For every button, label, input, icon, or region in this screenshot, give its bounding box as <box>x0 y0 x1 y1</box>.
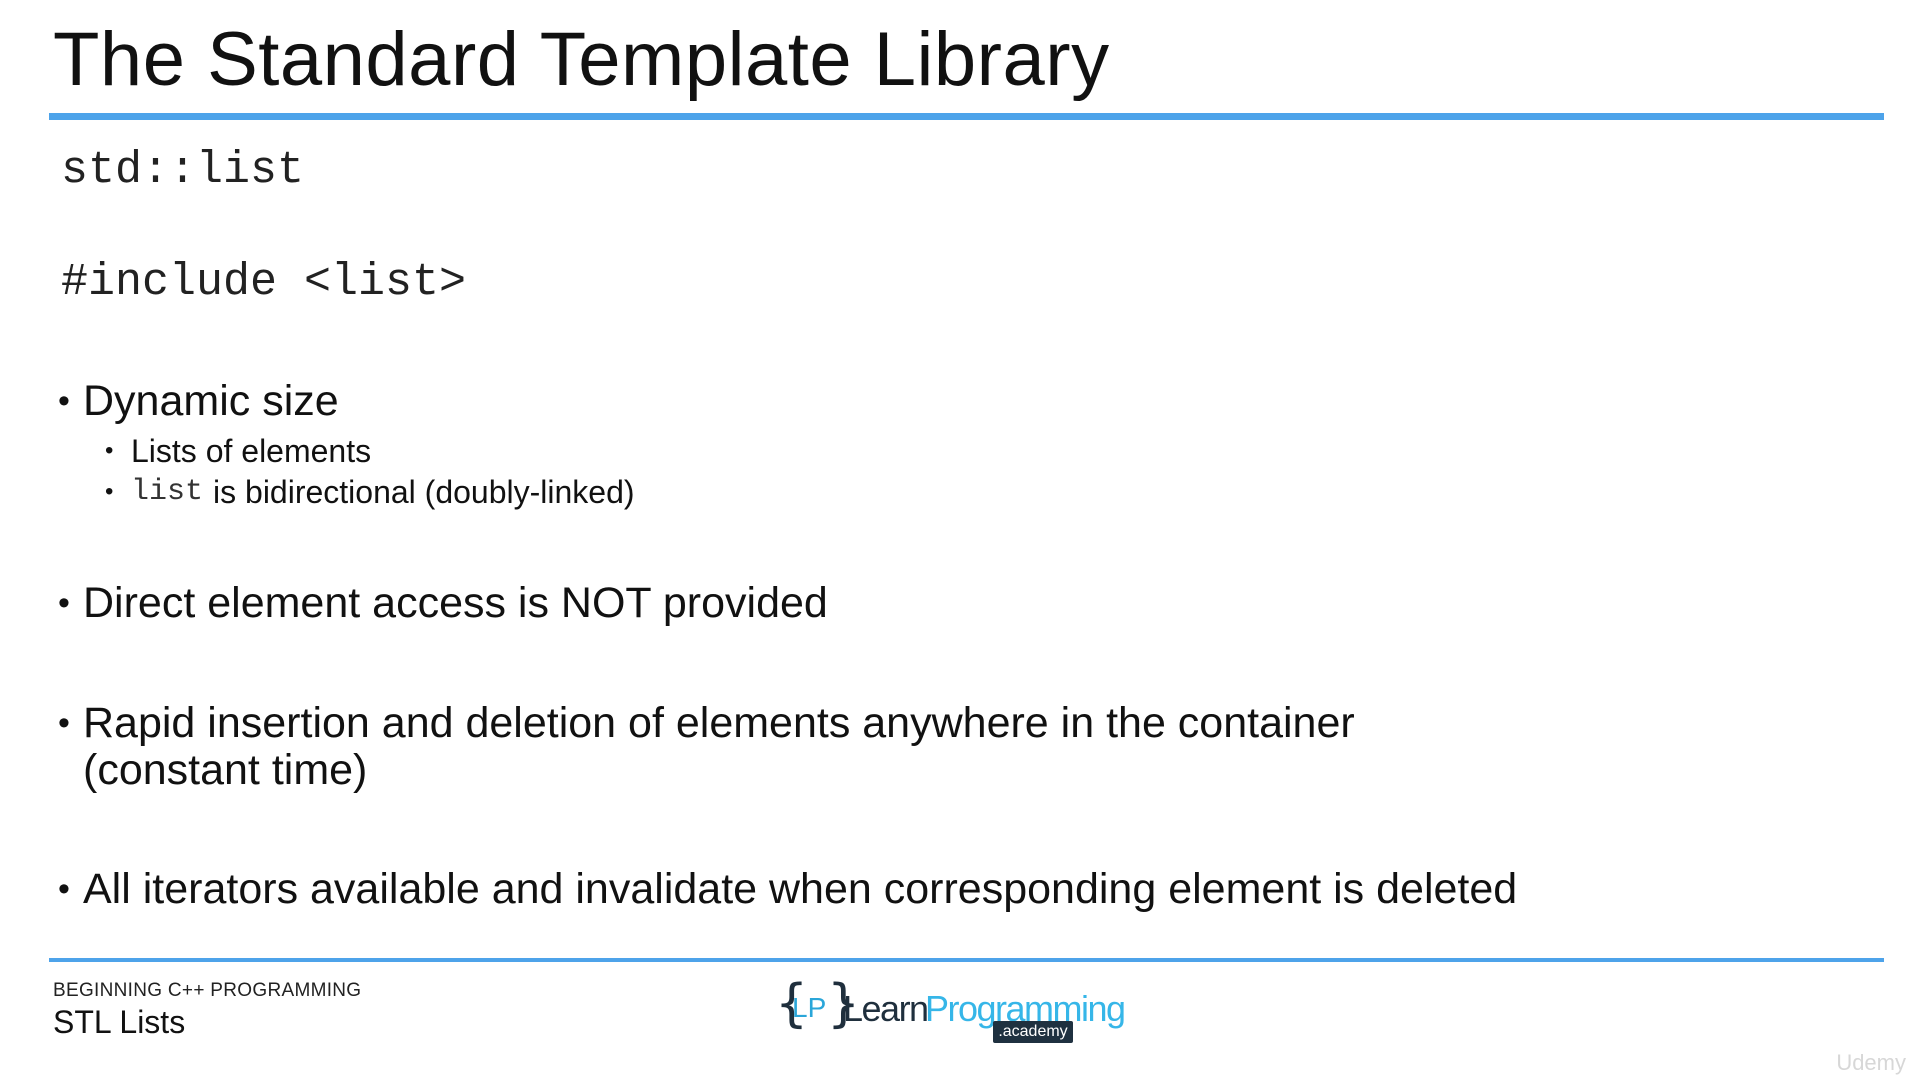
bullet-glyph: • <box>105 437 114 464</box>
sub-bullet-bidirectional: • list is bidirectional (doubly-linked) <box>105 472 635 512</box>
bullet-direct-access: • Direct element access is NOT provided <box>58 580 828 627</box>
bullet-rapid-insertion: • Rapid insertion and deletion of elemen… <box>58 700 1458 794</box>
footer-topic: STL Lists <box>53 1004 186 1040</box>
udemy-watermark: Udemy <box>1836 1050 1906 1075</box>
bullet-text: Dynamic size <box>83 377 339 425</box>
logo-word-learn: Learn <box>843 988 929 1029</box>
sub-bullet-text: Lists of elements <box>131 433 372 469</box>
footer-course-name: BEGINNING C++ PROGRAMMING <box>53 980 362 1001</box>
code-header: std::list <box>61 145 305 196</box>
footer-divider <box>49 958 1884 962</box>
learnprogramming-logo: { LP } Learn Programming .academy <box>775 974 1126 1048</box>
bullet-text: Direct element access is NOT provided <box>83 579 828 627</box>
bullet-text: All iterators available and invalidate w… <box>83 865 1518 913</box>
bullet-iterators: • All iterators available and invalidate… <box>58 866 1517 913</box>
bullet-glyph: • <box>58 704 70 742</box>
slide-title: The Standard Template Library <box>53 17 1110 102</box>
bullet-glyph: • <box>58 382 70 420</box>
inline-code: list <box>131 475 204 509</box>
bullet-dynamic-size: • Dynamic size <box>58 378 339 425</box>
bullet-text: Rapid insertion and deletion of elements… <box>83 699 1355 794</box>
code-include: #include <list> <box>61 257 467 308</box>
logo-academy-badge: .academy <box>993 1021 1073 1043</box>
title-divider <box>49 113 1884 120</box>
bullet-glyph: • <box>58 870 70 908</box>
bullet-glyph: • <box>58 584 70 622</box>
sub-bullet-lists-of-elements: • Lists of elements <box>105 431 371 471</box>
sub-bullet-text: is bidirectional (doubly-linked) <box>213 474 635 510</box>
bullet-glyph: • <box>105 478 114 505</box>
logo-initials: LP <box>792 992 827 1023</box>
